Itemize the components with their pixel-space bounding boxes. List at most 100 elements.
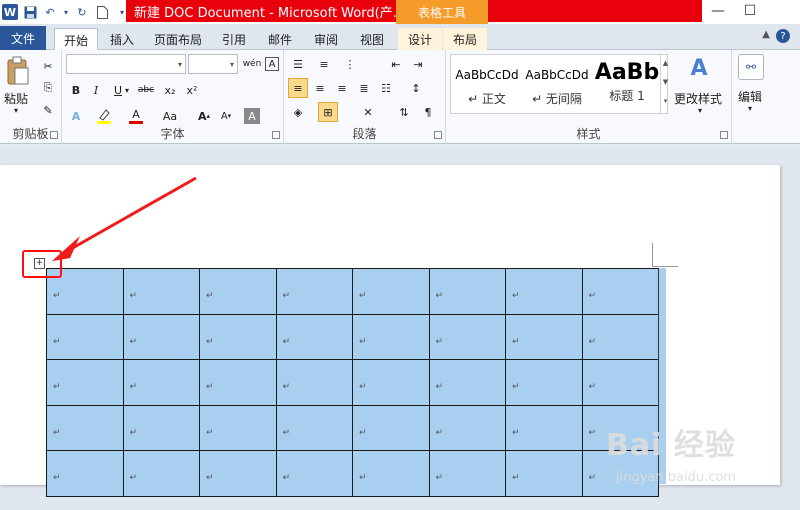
save-icon[interactable] <box>22 4 38 20</box>
selected-table[interactable]: ↵ ↵ ↵ ↵ ↵ ↵ ↵ ↵ ↵ ↵ ↵ ↵ ↵ ↵ ↵ ↵ ↵ ↵ ↵ ↵ ↵ ↵ ↵ ↵ ↵ ↵ ↵ ↵ ↵ ↵ ↵ ↵ ↵ ↵ ↵ ↵ ↵ ↵ ↵ ↵ <box>46 268 659 497</box>
bullets-icon[interactable]: ☰ <box>288 54 308 74</box>
collapse-ribbon-icon[interactable]: ▲ <box>762 29 770 40</box>
tab-table-layout[interactable]: 布局 <box>443 28 487 50</box>
char-border-icon[interactable]: A <box>265 57 279 71</box>
help-icon[interactable]: ? <box>776 29 790 43</box>
text-effects-icon[interactable]: A <box>66 106 86 126</box>
table-cell[interactable]: ↵ <box>352 404 430 451</box>
table-cell[interactable]: ↵ <box>46 404 124 451</box>
table-cell[interactable]: ↵ <box>275 268 353 315</box>
redo-icon[interactable]: ↻ <box>74 4 90 20</box>
font-name-combo[interactable]: ▾ <box>66 54 186 74</box>
increase-indent-icon[interactable]: ⇥ <box>408 54 428 74</box>
highlight-color-icon[interactable] <box>94 106 114 126</box>
tab-page-layout[interactable]: 页面布局 <box>148 28 208 50</box>
bold-button[interactable]: B <box>66 80 86 100</box>
tab-table-design[interactable]: 设计 <box>398 28 442 50</box>
table-cell[interactable]: ↵ <box>275 359 353 406</box>
change-styles-dropdown-icon[interactable]: ▾ <box>698 106 702 115</box>
table-cell[interactable]: ↵ <box>199 313 277 360</box>
table-cell[interactable]: ↵ <box>352 268 430 315</box>
table-cell[interactable]: ↵ <box>428 268 506 315</box>
tab-view[interactable]: 视图 <box>352 28 392 50</box>
italic-button[interactable]: I <box>86 80 106 100</box>
table-cell[interactable]: ↵ <box>581 359 659 406</box>
table-cell[interactable]: ↵ <box>428 450 506 497</box>
change-styles-label[interactable]: 更改样式 <box>674 90 722 107</box>
justify-icon[interactable]: ≣ <box>354 78 374 98</box>
cut-icon[interactable]: ✂ <box>38 56 58 76</box>
copy-icon[interactable]: ⎘ <box>38 78 58 98</box>
tab-references[interactable]: 引用 <box>214 28 254 50</box>
table-cell[interactable]: ↵ <box>581 313 659 360</box>
tab-file[interactable]: 文件 <box>0 26 46 50</box>
multilevel-list-icon[interactable]: ⋮ <box>340 54 360 74</box>
table-cell[interactable]: ↵ <box>46 313 124 360</box>
font-color-button[interactable]: A <box>126 106 146 126</box>
align-left-icon[interactable]: ≡ <box>288 78 308 98</box>
grow-font-icon[interactable]: A ▴ <box>194 106 214 126</box>
paste-dropdown-icon[interactable]: ▾ <box>14 106 18 115</box>
table-cell[interactable]: ↵ <box>352 359 430 406</box>
table-cell[interactable]: ↵ <box>428 313 506 360</box>
align-center-icon[interactable]: ≡ <box>310 78 330 98</box>
table-cell[interactable]: ↵ <box>581 268 659 315</box>
table-cell[interactable]: ↵ <box>199 404 277 451</box>
table-cell[interactable]: ↵ <box>352 450 430 497</box>
table-cell[interactable]: ↵ <box>199 268 277 315</box>
word-app-icon[interactable]: W <box>2 4 18 20</box>
table-cell[interactable]: ↵ <box>122 313 200 360</box>
table-cell[interactable]: ↵ <box>199 450 277 497</box>
shading-icon[interactable]: ◈ <box>288 102 308 122</box>
table-cell[interactable]: ↵ <box>505 359 583 406</box>
styles-launcher-icon[interactable] <box>720 131 728 139</box>
table-cell[interactable]: ↵ <box>275 450 353 497</box>
tab-review[interactable]: 审阅 <box>306 28 346 50</box>
new-document-icon[interactable] <box>94 4 110 20</box>
line-spacing-icon[interactable]: ↕ <box>406 78 426 98</box>
find-binoculars-icon[interactable]: ⚯ <box>738 54 764 80</box>
clear-formatting-icon[interactable]: A <box>244 108 260 124</box>
undo-icon[interactable]: ↶ <box>42 4 58 20</box>
table-cell[interactable]: ↵ <box>505 268 583 315</box>
style-heading-1[interactable]: AaBb 标题 1 <box>592 54 662 112</box>
sort-icon[interactable]: ⇅ <box>394 102 414 122</box>
paste-icon[interactable] <box>6 56 30 86</box>
maximize-button[interactable]: ☐ <box>738 2 762 20</box>
table-cell[interactable]: ↵ <box>199 359 277 406</box>
clipboard-launcher-icon[interactable] <box>50 131 58 139</box>
tab-mailings[interactable]: 邮件 <box>260 28 300 50</box>
paste-button-label[interactable]: 粘贴 <box>4 90 28 107</box>
undo-dropdown-icon[interactable]: ▾ <box>62 4 70 20</box>
tab-insert[interactable]: 插入 <box>102 28 142 50</box>
table-cell[interactable]: ↵ <box>122 359 200 406</box>
distributed-icon[interactable]: ☷ <box>376 78 396 98</box>
superscript-button[interactable]: x² <box>182 80 202 100</box>
table-cell[interactable]: ↵ <box>122 268 200 315</box>
show-marks-icon[interactable]: ¶ <box>418 102 438 122</box>
minimize-button[interactable]: — <box>706 2 730 20</box>
table-cell[interactable]: ↵ <box>505 450 583 497</box>
editing-dropdown-icon[interactable]: ▾ <box>748 104 752 113</box>
table-cell[interactable]: ↵ <box>46 359 124 406</box>
table-cell[interactable]: ↵ <box>505 404 583 451</box>
change-case-button[interactable]: Aa <box>160 106 180 126</box>
font-size-combo[interactable]: ▾ <box>188 54 238 74</box>
styles-scroll[interactable]: ▲ ▼ ▾ <box>660 54 670 114</box>
phonetic-guide-icon[interactable]: wén <box>242 54 262 74</box>
editing-label[interactable]: 编辑 <box>738 88 762 105</box>
decrease-indent-icon[interactable]: ⇤ <box>386 54 406 74</box>
shrink-font-icon[interactable]: A ▾ <box>216 106 236 126</box>
table-cell[interactable]: ↵ <box>428 359 506 406</box>
subscript-button[interactable]: x₂ <box>160 80 180 100</box>
style-normal[interactable]: AaBbCcDd ↵ 正文 <box>452 54 522 112</box>
table-cell[interactable]: ↵ <box>122 450 200 497</box>
underline-dropdown-icon[interactable]: ▾ <box>122 80 132 100</box>
table-cell[interactable]: ↵ <box>46 450 124 497</box>
paragraph-launcher-icon[interactable] <box>434 131 442 139</box>
table-cell[interactable]: ↵ <box>275 313 353 360</box>
table-cell[interactable]: ↵ <box>352 313 430 360</box>
tab-home[interactable]: 开始 <box>54 28 98 51</box>
change-styles-icon[interactable]: A <box>686 56 712 86</box>
style-no-spacing[interactable]: AaBbCcDd ↵ 无间隔 <box>522 54 592 112</box>
